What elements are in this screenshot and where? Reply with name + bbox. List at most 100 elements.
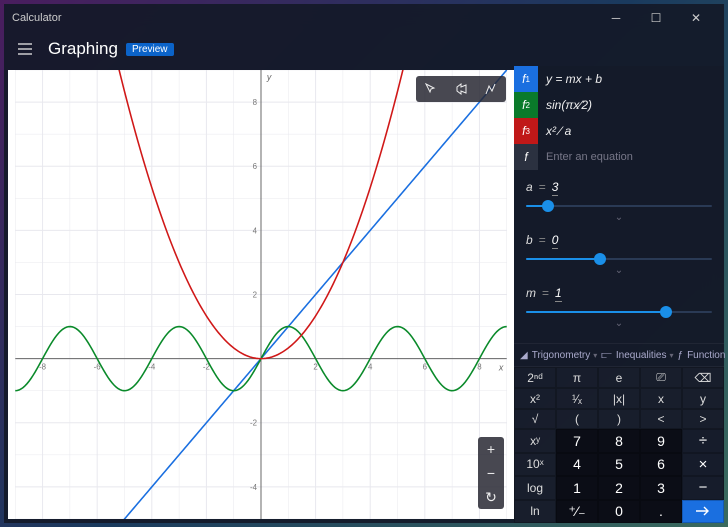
slider-value[interactable]: 3 (552, 180, 559, 196)
key-[interactable]: ÷ (682, 429, 724, 452)
key-2[interactable]: 2 (598, 476, 640, 499)
share-button[interactable] (446, 76, 476, 102)
key-[interactable]: ⌫ (682, 367, 724, 388)
equation-color-tag[interactable]: f2 (514, 92, 538, 118)
key-[interactable]: − (682, 476, 724, 499)
chevron-down-icon: ▾ (593, 351, 597, 360)
key-3[interactable]: 3 (640, 476, 682, 499)
equation-row[interactable]: f1y = mx + b (514, 66, 724, 92)
slider-row: a=3 ⌄ (526, 180, 712, 223)
key-[interactable]: ( (556, 409, 598, 429)
share-icon (454, 82, 468, 96)
submit-arrow-icon (695, 506, 711, 516)
key-4[interactable]: 4 (556, 453, 598, 476)
key-0[interactable]: 0 (598, 500, 640, 523)
slider-row: b=0 ⌄ (526, 233, 712, 276)
svg-text:x: x (498, 362, 504, 372)
key-2[interactable]: 2ⁿᵈ (514, 367, 556, 388)
keypad: 2ⁿᵈπe⎚⌫ x²¹⁄ₓ|x|xy √()<> xʸ789÷ 10ˣ456× log12… (514, 367, 724, 523)
slider-track[interactable] (526, 304, 712, 320)
zoom-out-button[interactable]: − (478, 461, 504, 485)
category-trig[interactable]: Trigonometry▾ (532, 350, 598, 361)
key-e[interactable]: e (598, 367, 640, 388)
key-[interactable] (682, 500, 724, 523)
key-[interactable]: √ (514, 409, 556, 429)
func-icon: ƒ (678, 350, 684, 361)
graph-pane[interactable]: xy-8-6-4-22468-4-22468 + − ↻ (8, 70, 514, 519)
mode-title: Graphing (48, 39, 118, 59)
equation-expression[interactable]: x² ⁄ a (538, 124, 724, 138)
key-x[interactable]: x² (514, 388, 556, 408)
key-[interactable]: ⁺⁄₋ (556, 500, 598, 523)
ineq-icon: ⫍ (601, 350, 612, 361)
key-[interactable]: < (640, 409, 682, 429)
equation-expression[interactable]: y = mx + b (538, 72, 724, 86)
equation-expression[interactable]: sin(πx⁄2) (538, 98, 724, 112)
key-[interactable]: ⎚ (640, 367, 682, 388)
graph-toolbar (416, 76, 506, 102)
chevron-down-icon: ▾ (670, 351, 674, 360)
key-x[interactable]: x (640, 388, 682, 408)
equation-input-row[interactable]: fEnter an equation (514, 144, 724, 170)
slider-label: m=1 (526, 286, 712, 300)
titlebar[interactable]: Calculator ─ ☐ ✕ (4, 4, 724, 32)
trig-icon: ◢ (520, 350, 528, 361)
equation-row[interactable]: f3x² ⁄ a (514, 118, 724, 144)
zoom-controls: + − ↻ (478, 437, 504, 509)
slider-thumb[interactable] (594, 253, 606, 265)
menu-button[interactable] (10, 34, 40, 64)
key-[interactable]: . (640, 500, 682, 523)
svg-text:2: 2 (253, 290, 257, 299)
key-x[interactable]: |x| (598, 388, 640, 408)
variable-sliders: a=3 ⌄b=0 ⌄m=1 ⌄ (514, 170, 724, 343)
settings-icon (484, 82, 498, 96)
key-x[interactable]: xʸ (514, 429, 556, 452)
slider-thumb[interactable] (542, 200, 554, 212)
category-ineq[interactable]: Inequalities▾ (616, 350, 674, 361)
key-[interactable]: π (556, 367, 598, 388)
category-func[interactable]: Function▾ (687, 350, 728, 361)
key-5[interactable]: 5 (598, 453, 640, 476)
svg-text:8: 8 (477, 362, 482, 371)
zoom-reset-button[interactable]: ↻ (478, 485, 504, 509)
key-[interactable]: ¹⁄ₓ (556, 388, 598, 408)
zoom-in-button[interactable]: + (478, 437, 504, 461)
preview-badge: Preview (126, 43, 174, 56)
key-1[interactable]: 1 (556, 476, 598, 499)
svg-text:8: 8 (253, 98, 258, 107)
key-log[interactable]: log (514, 476, 556, 499)
trace-button[interactable] (416, 76, 446, 102)
key-9[interactable]: 9 (640, 429, 682, 452)
key-[interactable]: × (682, 453, 724, 476)
key-6[interactable]: 6 (640, 453, 682, 476)
key-y[interactable]: y (682, 388, 724, 408)
slider-label: a=3 (526, 180, 712, 194)
equation-input[interactable]: Enter an equation (538, 151, 724, 163)
close-button[interactable]: ✕ (676, 4, 716, 32)
hamburger-icon (18, 43, 32, 55)
cursor-icon (424, 82, 438, 96)
maximize-button[interactable]: ☐ (636, 4, 676, 32)
slider-value[interactable]: 1 (555, 286, 562, 302)
svg-text:-2: -2 (250, 419, 257, 428)
minimize-button[interactable]: ─ (596, 4, 636, 32)
key-[interactable]: ) (598, 409, 640, 429)
key-[interactable]: > (682, 409, 724, 429)
graph-settings-button[interactable] (476, 76, 506, 102)
key-8[interactable]: 8 (598, 429, 640, 452)
graph-canvas[interactable]: xy-8-6-4-22468-4-22468 (8, 70, 514, 519)
slider-track[interactable] (526, 251, 712, 267)
svg-text:y: y (266, 72, 272, 82)
slider-track[interactable] (526, 198, 712, 214)
equation-row[interactable]: f2sin(πx⁄2) (514, 92, 724, 118)
equation-color-tag[interactable]: f3 (514, 118, 538, 144)
app-window: Calculator ─ ☐ ✕ Graphing Preview xy-8-6… (4, 4, 724, 523)
slider-thumb[interactable] (660, 306, 672, 318)
equation-color-tag[interactable]: f1 (514, 66, 538, 92)
key-7[interactable]: 7 (556, 429, 598, 452)
key-ln[interactable]: ln (514, 500, 556, 523)
content: xy-8-6-4-22468-4-22468 + − ↻ f1y = mx + … (4, 66, 724, 523)
key-10[interactable]: 10ˣ (514, 453, 556, 476)
slider-value[interactable]: 0 (552, 233, 559, 249)
svg-text:4: 4 (253, 226, 258, 235)
